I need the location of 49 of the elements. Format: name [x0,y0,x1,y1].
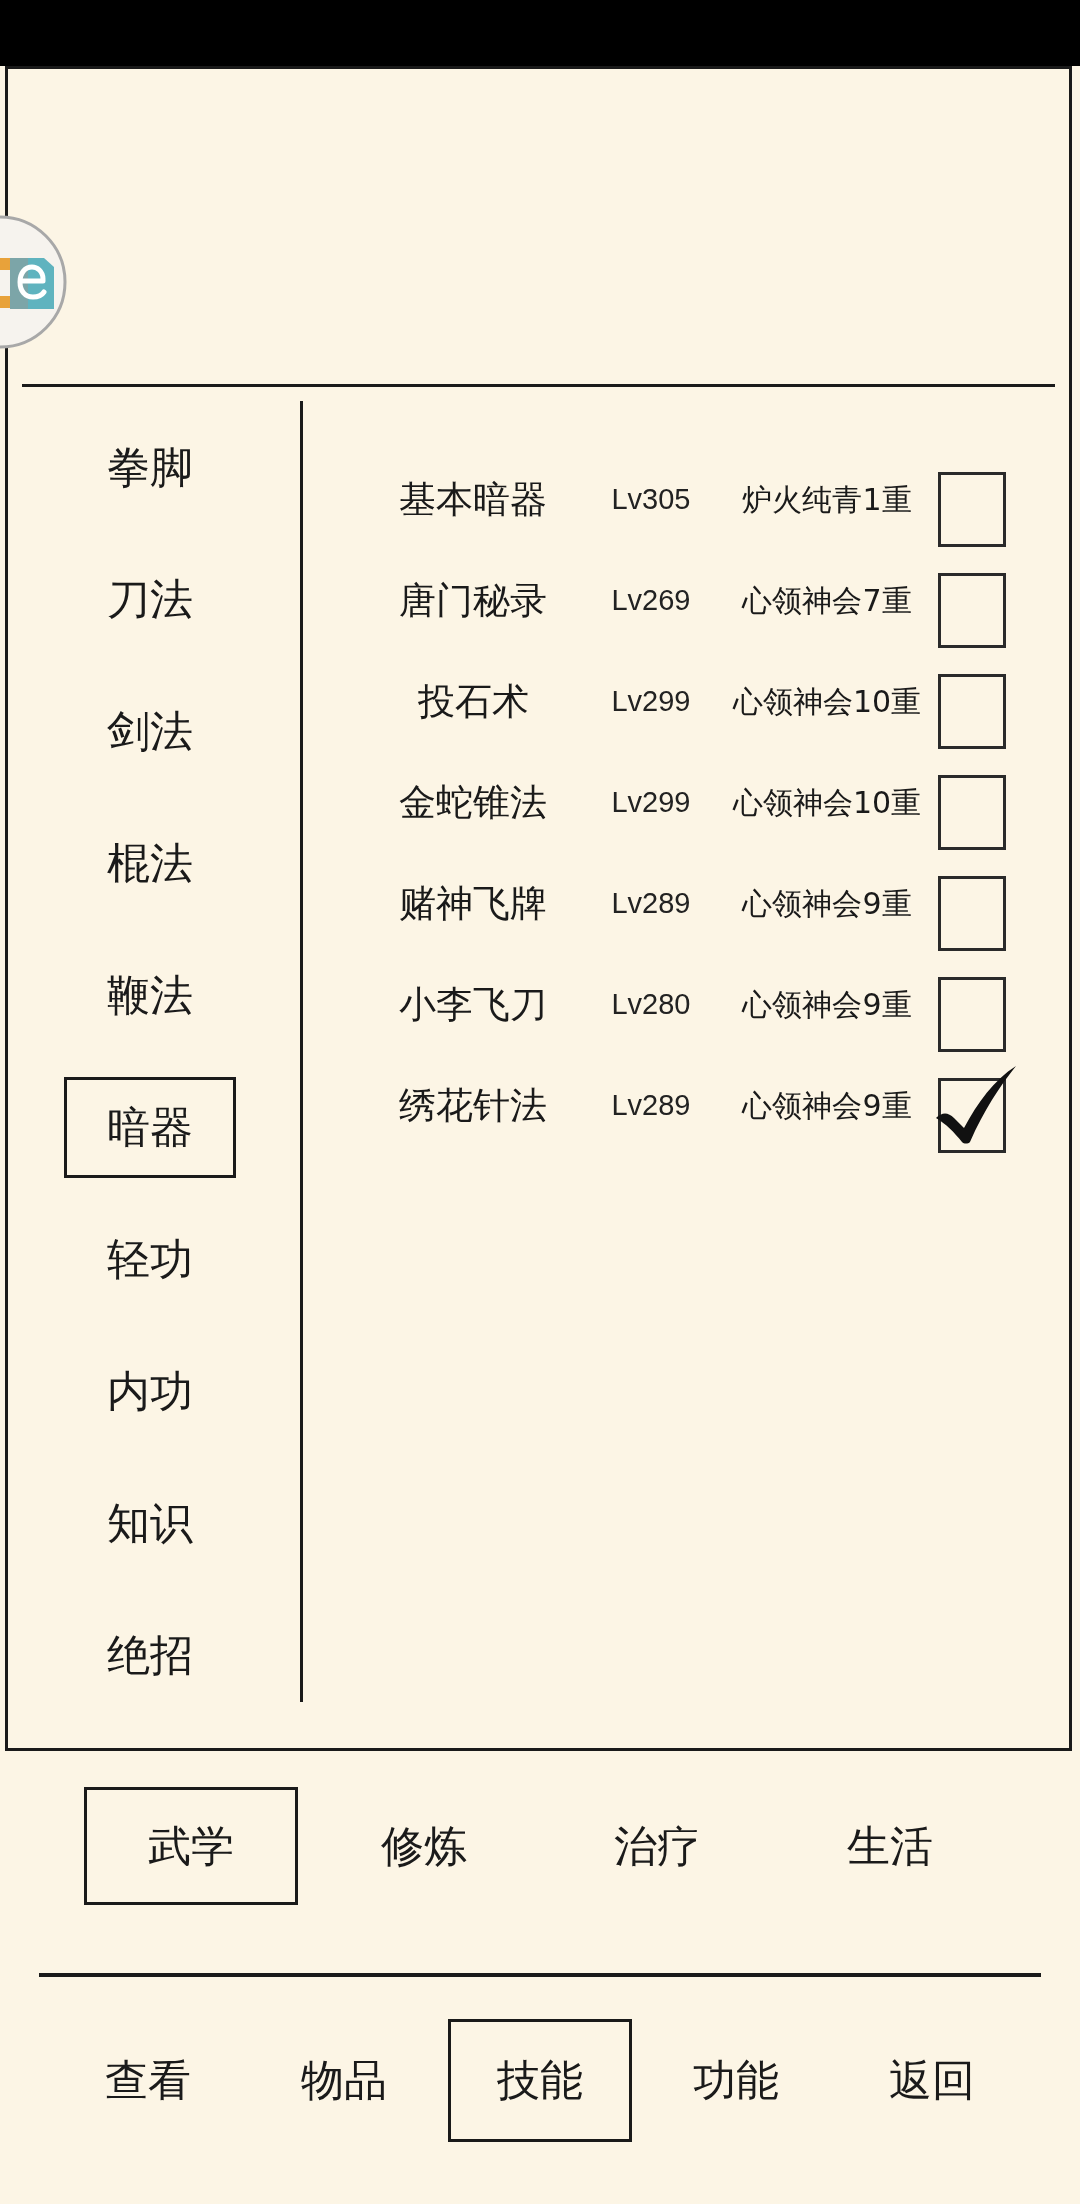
nav-tab[interactable]: 功能 [644,2019,828,2142]
skill-level: Lv280 [610,990,692,1019]
category-tab[interactable]: 治疗 [549,1787,764,1905]
skill-realm: 心领神会10重 [731,787,923,818]
skill-level: Lv299 [610,687,692,716]
skill-realm: 心领神会9重 [740,1090,913,1121]
skill-name: 小李飞刀 [398,986,548,1023]
nav-tab[interactable]: 查看 [56,2019,240,2142]
check-icon [934,1066,1018,1144]
skill-name: 金蛇锥法 [398,784,548,821]
skill-realm: 心领神会9重 [740,989,913,1020]
skill-realm: 心领神会9重 [740,888,913,919]
skill-name: 赌神飞牌 [398,885,548,922]
checkbox[interactable] [938,775,1006,850]
skill-name: 绣花针法 [398,1087,548,1124]
category-item[interactable]: 绝招 [64,1604,236,1706]
category-item[interactable]: 棍法 [64,812,236,914]
category-item[interactable]: 拳脚 [64,416,236,518]
floating-logo-icon[interactable] [0,215,68,349]
skill-name: 投石术 [416,683,530,720]
checkbox[interactable] [938,573,1006,648]
checkbox[interactable] [938,674,1006,749]
skill-realm: 心领神会7重 [740,585,913,616]
category-tab[interactable]: 生活 [782,1787,997,1905]
skill-level: Lv305 [610,485,692,514]
skill-level: Lv299 [610,788,692,817]
skill-name: 唐门秘录 [398,582,548,619]
category-item[interactable]: 刀法 [64,548,236,650]
category-item[interactable]: 剑法 [64,680,236,782]
nav-tab[interactable]: 物品 [252,2019,436,2142]
category-item[interactable]: 知识 [64,1472,236,1574]
checkbox[interactable] [938,1078,1006,1153]
nav-tab[interactable]: 返回 [840,2019,1024,2142]
checkbox[interactable] [938,876,1006,951]
category-tab[interactable]: 武学 [83,1787,298,1905]
skill-level: Lv289 [610,1091,692,1120]
category-item[interactable]: 鞭法 [64,944,236,1046]
skill-level: Lv269 [610,586,692,615]
category-item[interactable]: 内功 [64,1340,236,1442]
checkbox[interactable] [938,977,1006,1052]
skill-realm: 心领神会10重 [731,686,923,717]
category-tab[interactable]: 修炼 [316,1787,531,1905]
category-item[interactable]: 轻功 [64,1208,236,1310]
checkbox[interactable] [938,472,1006,547]
nav-tab[interactable]: 技能 [448,2019,632,2142]
category-item[interactable]: 暗器 [64,1076,236,1178]
skill-level: Lv289 [610,889,692,918]
skill-name: 基本暗器 [398,481,548,518]
skill-realm: 炉火纯青1重 [741,484,913,515]
